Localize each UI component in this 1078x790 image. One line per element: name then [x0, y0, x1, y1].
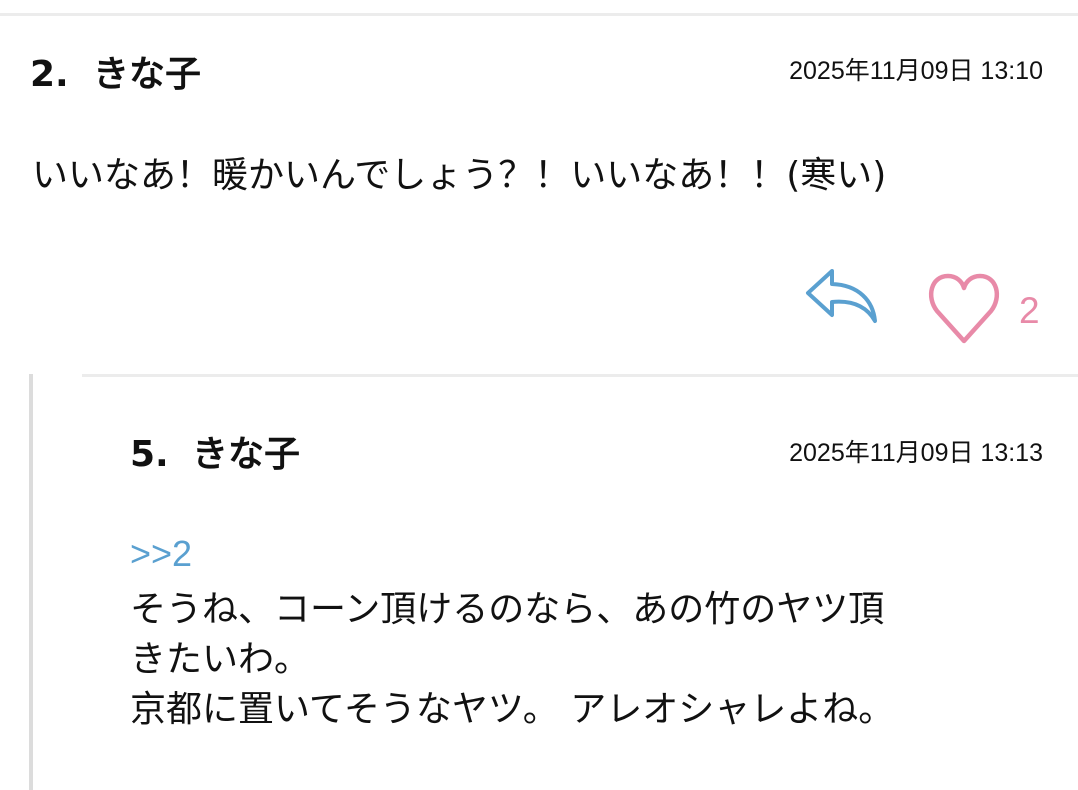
comment-author: きな子 — [93, 54, 202, 95]
reply-number: 5. — [130, 434, 169, 475]
reply-body-line: 京都に置いてそうなヤツ。 アレオシャレよね。 — [130, 689, 895, 730]
heart-outline-icon — [928, 273, 1000, 344]
reply-divider — [82, 374, 1078, 377]
comment-number: 2. — [30, 54, 69, 95]
reply-body: そうね、コーン頂けるのなら、あの竹のヤツ頂 きたいわ。 京都に置いてそうなヤツ。… — [130, 585, 1030, 735]
like-button[interactable]: 2 — [928, 259, 1048, 349]
reply-timestamp: 2025年11月09日 13:13 — [789, 439, 1043, 467]
reply-author: きな子 — [192, 434, 301, 475]
comment-2: 2. きな子 2025年11月09日 13:10 いいなあ！暖かいんでしょう？！… — [0, 16, 1078, 356]
reply-button[interactable] — [801, 265, 881, 325]
like-count: 2 — [1019, 290, 1040, 331]
reply-body-line: そうね、コーン頂けるのなら、あの竹のヤツ頂 — [130, 589, 885, 630]
thread-rule — [29, 374, 33, 790]
comment-timestamp: 2025年11月09日 13:10 — [789, 57, 1043, 85]
reply-arrow-icon — [806, 269, 877, 323]
reply-body-line: きたいわ。 — [130, 639, 311, 680]
reply-anchor-link[interactable]: >>2 — [130, 534, 192, 574]
reply-thread: 5. きな子 2025年11月09日 13:13 >>2 そうね、コーン頂けるの… — [0, 360, 1078, 790]
comment-body: いいなあ！暖かいんでしょう？！いいなあ！！(寒い) — [32, 155, 887, 196]
